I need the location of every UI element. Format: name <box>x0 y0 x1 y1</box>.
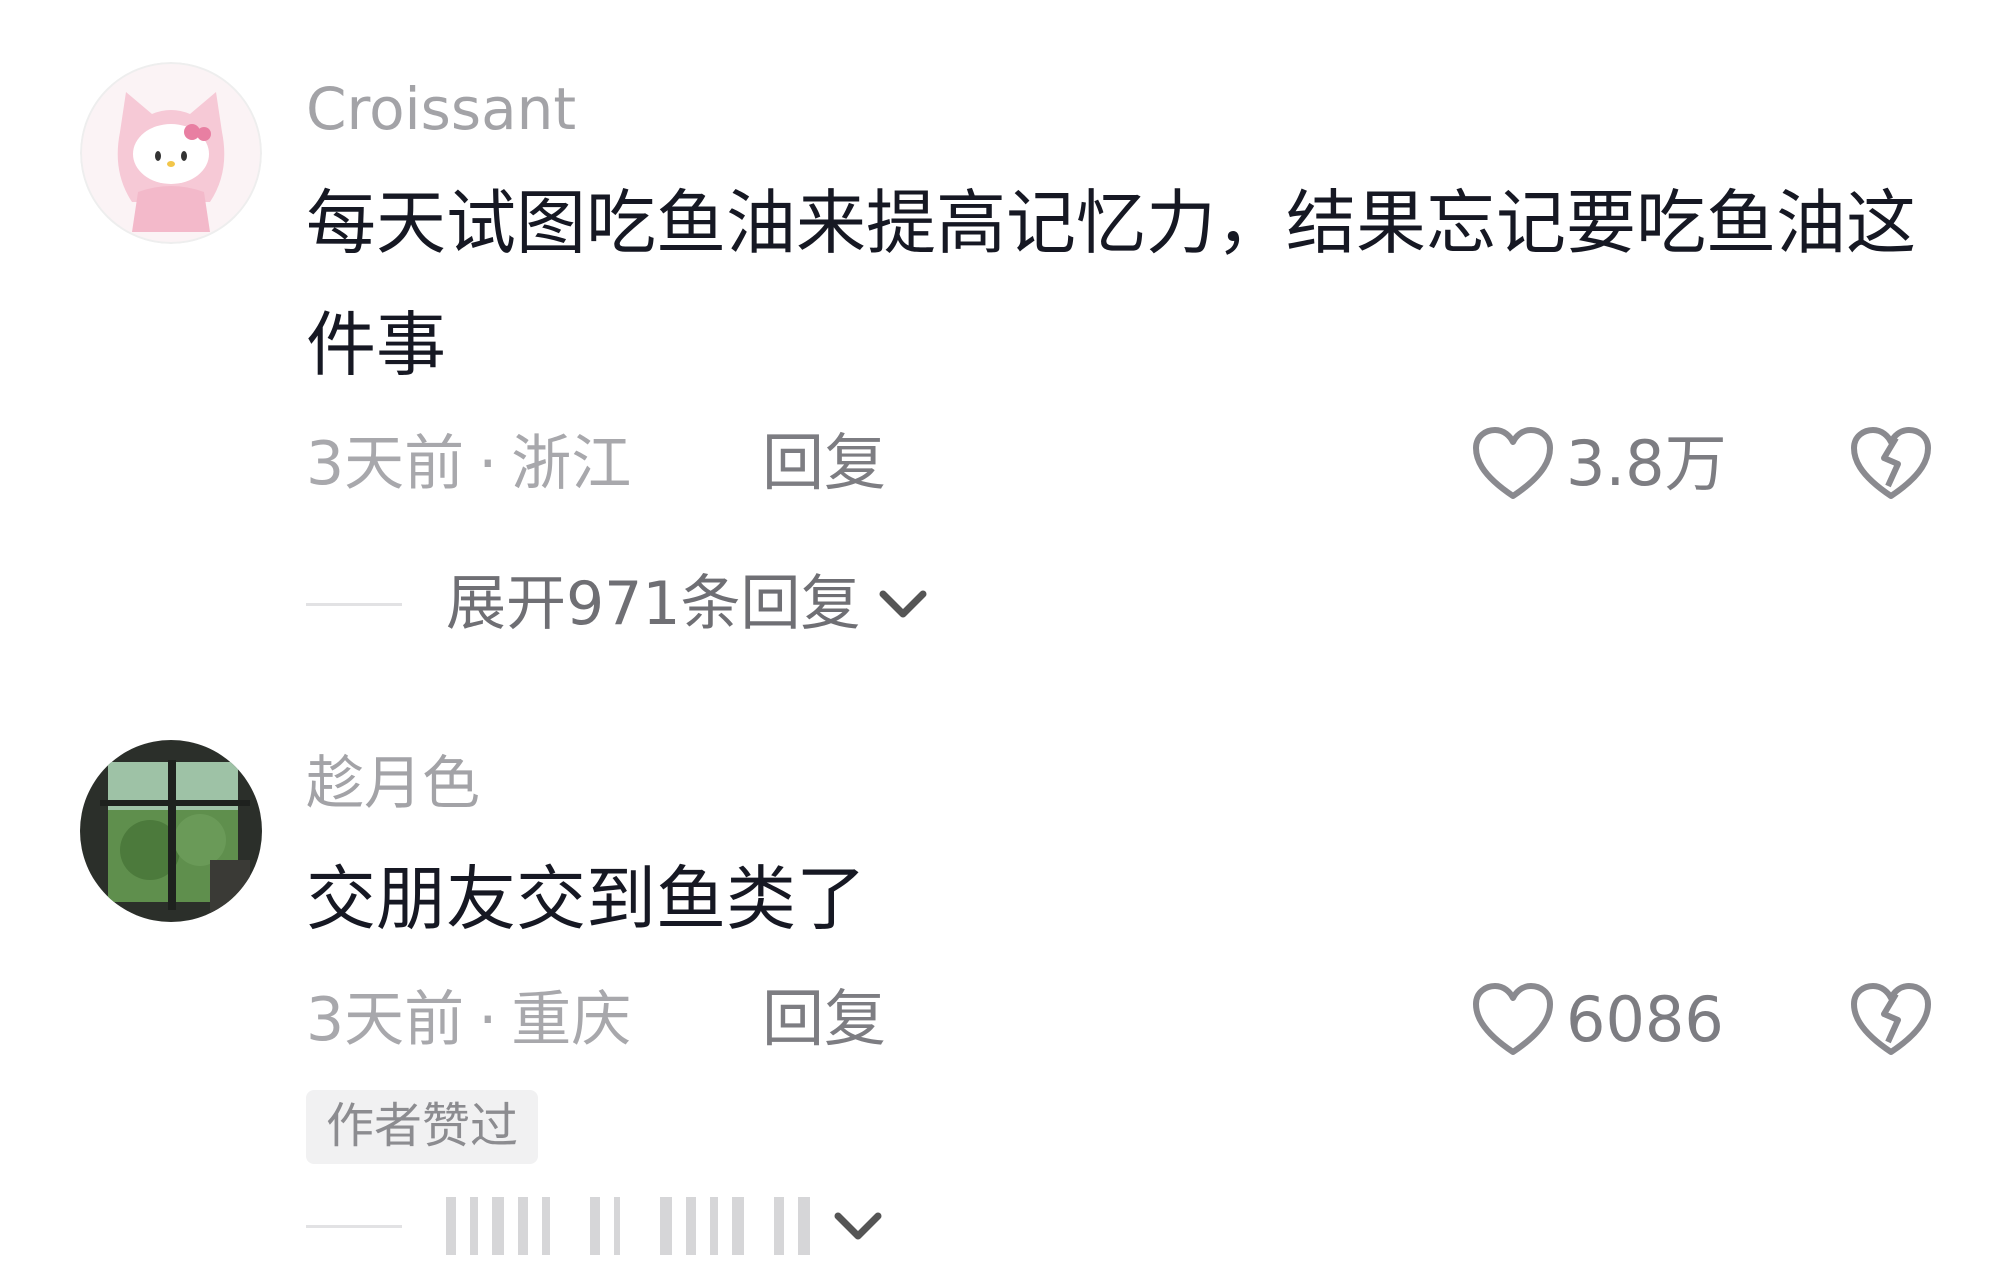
comment-meta: 3天前 · 浙江 <box>306 434 631 494</box>
divider <box>306 1224 402 1228</box>
chevron-down-icon <box>834 1212 882 1240</box>
like-count: 3.8万 <box>1566 427 1727 500</box>
blurred-text-placeholder <box>446 1196 824 1256</box>
comment-location: 重庆 <box>511 985 632 1055</box>
comment-time: 3天前 <box>306 429 465 499</box>
reply-button[interactable]: 回复 <box>762 988 886 1050</box>
expand-replies-button[interactable] <box>306 1196 886 1256</box>
comment-time: 3天前 <box>306 985 465 1055</box>
username[interactable]: 趁月色 <box>306 754 480 812</box>
comment-text: 交朋友交到鱼类了 <box>306 858 866 940</box>
comment-meta: 3天前 · 重庆 <box>306 990 631 1050</box>
reply-button[interactable]: 回复 <box>762 432 886 494</box>
author-liked-badge: 作者赞过 <box>306 1090 539 1164</box>
comment-location: 浙江 <box>511 429 632 499</box>
heart-icon <box>1473 427 1553 499</box>
heart-icon <box>1473 983 1553 1055</box>
like-button[interactable]: 6086 <box>1470 980 1724 1060</box>
broken-heart-icon[interactable] <box>1848 424 1934 504</box>
like-button[interactable]: 3.8万 <box>1470 424 1727 504</box>
chevron-down-icon <box>879 590 927 618</box>
username[interactable]: Croissant <box>306 80 576 138</box>
expand-replies-label: 展开971条回复 <box>446 569 861 639</box>
expand-replies-button[interactable]: 展开971条回复 <box>306 574 931 634</box>
avatar[interactable] <box>80 62 262 244</box>
comment-text: 每天试图吃鱼油来提高记忆力，结果忘记要吃鱼油这件事 <box>306 182 1916 386</box>
meta-separator: · <box>478 985 498 1055</box>
window-scenery-avatar-icon <box>80 740 262 922</box>
meta-separator: · <box>478 429 498 499</box>
like-count: 6086 <box>1566 983 1724 1056</box>
avatar[interactable] <box>80 740 262 922</box>
hello-kitty-avatar-icon <box>80 62 262 244</box>
broken-heart-icon[interactable] <box>1848 980 1934 1060</box>
divider <box>306 602 402 606</box>
